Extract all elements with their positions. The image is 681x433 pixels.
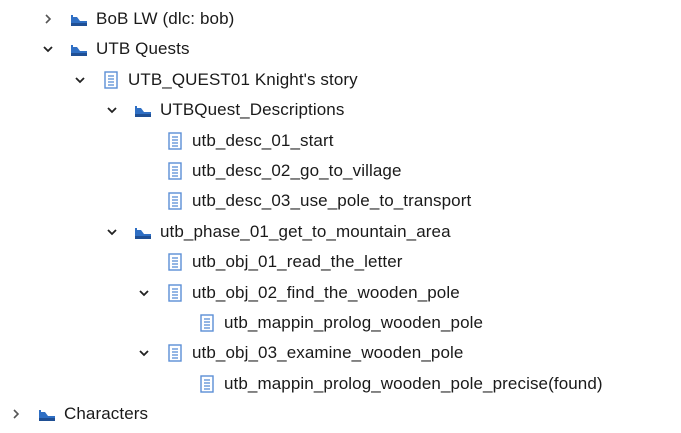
folder-icon [134,223,152,241]
tree-node-file[interactable]: utb_desc_03_use_pole_to_transport [136,186,471,216]
tree-node-file[interactable]: utb_mappin_prolog_wooden_pole_precise(fo… [168,369,603,399]
chevron-down-icon[interactable] [136,285,152,301]
tree-node-folder[interactable]: UTB Quests [40,34,190,64]
tree-node-file[interactable]: utb_desc_01_start [136,126,334,156]
tree-node-label: UTBQuest_Descriptions [160,100,345,120]
tree-node-label: utb_desc_02_go_to_village [192,161,402,180]
document-icon [166,253,184,271]
document-icon [166,162,184,180]
chevron-right-icon[interactable] [8,406,24,422]
tree-node-label: utb_obj_03_examine_wooden_pole [192,343,464,363]
tree-node-file[interactable]: utb_mappin_prolog_wooden_pole [168,308,483,338]
folder-icon [70,40,88,58]
tree-node-folder[interactable]: BoB LW (dlc: bob) [40,4,234,34]
tree-node-label: utb_desc_01_start [192,130,334,150]
tree-node-file[interactable]: UTB_QUEST01 Knight's story [72,65,358,95]
document-icon [198,314,216,332]
chevron-down-icon[interactable] [72,72,88,88]
tree-node-folder[interactable]: utb_phase_01_get_to_mountain_area [104,217,451,247]
tree-node-label: UTB Quests [96,39,190,59]
tree-node-folder[interactable]: UTBQuest_Descriptions [104,95,344,125]
chevron-down-icon[interactable] [104,102,120,118]
tree-node-label: utb_mappin_prolog_wooden_pole [224,313,484,332]
tree-node-file[interactable]: utb_obj_02_find_the_wooden_pole [136,278,460,308]
chevron-down-icon[interactable] [40,41,56,57]
folder-icon [134,101,152,119]
tree-node-file[interactable]: utb_obj_03_examine_wooden_pole [136,338,463,368]
tree-node-label: UTB_QUEST01 Knight's story [128,69,358,89]
tree-node-folder[interactable]: Characters [8,399,148,429]
document-icon [198,375,216,393]
chevron-down-icon[interactable] [104,224,120,240]
tree-node-label: utb_desc_03_use_pole_to_transport [192,191,472,211]
tree-node-label: utb_obj_01_read_the_letter [192,252,403,272]
document-icon [166,283,184,302]
document-icon [102,71,120,89]
tree-node-label: BoB LW (dlc: bob) [96,9,235,28]
document-icon [166,131,184,150]
chevron-down-icon[interactable] [136,345,152,361]
tree-node-label: Characters [64,404,149,424]
folder-icon [70,10,88,28]
tree-node-file[interactable]: utb_desc_02_go_to_village [136,156,402,186]
folder-icon [38,405,56,423]
document-icon [166,192,184,211]
quest-tree-view: BoB LW (dlc: bob) UTB Quests UTB_QUEST01 K… [0,0,681,433]
tree-node-label: utb_mappin_prolog_wooden_pole_precise(fo… [224,373,603,393]
document-icon [166,344,184,363]
tree-node-label: utb_phase_01_get_to_mountain_area [160,221,451,241]
tree-node-file[interactable]: utb_obj_01_read_the_letter [136,247,403,277]
chevron-right-icon[interactable] [40,11,56,27]
tree-node-label: utb_obj_02_find_the_wooden_pole [192,282,460,302]
